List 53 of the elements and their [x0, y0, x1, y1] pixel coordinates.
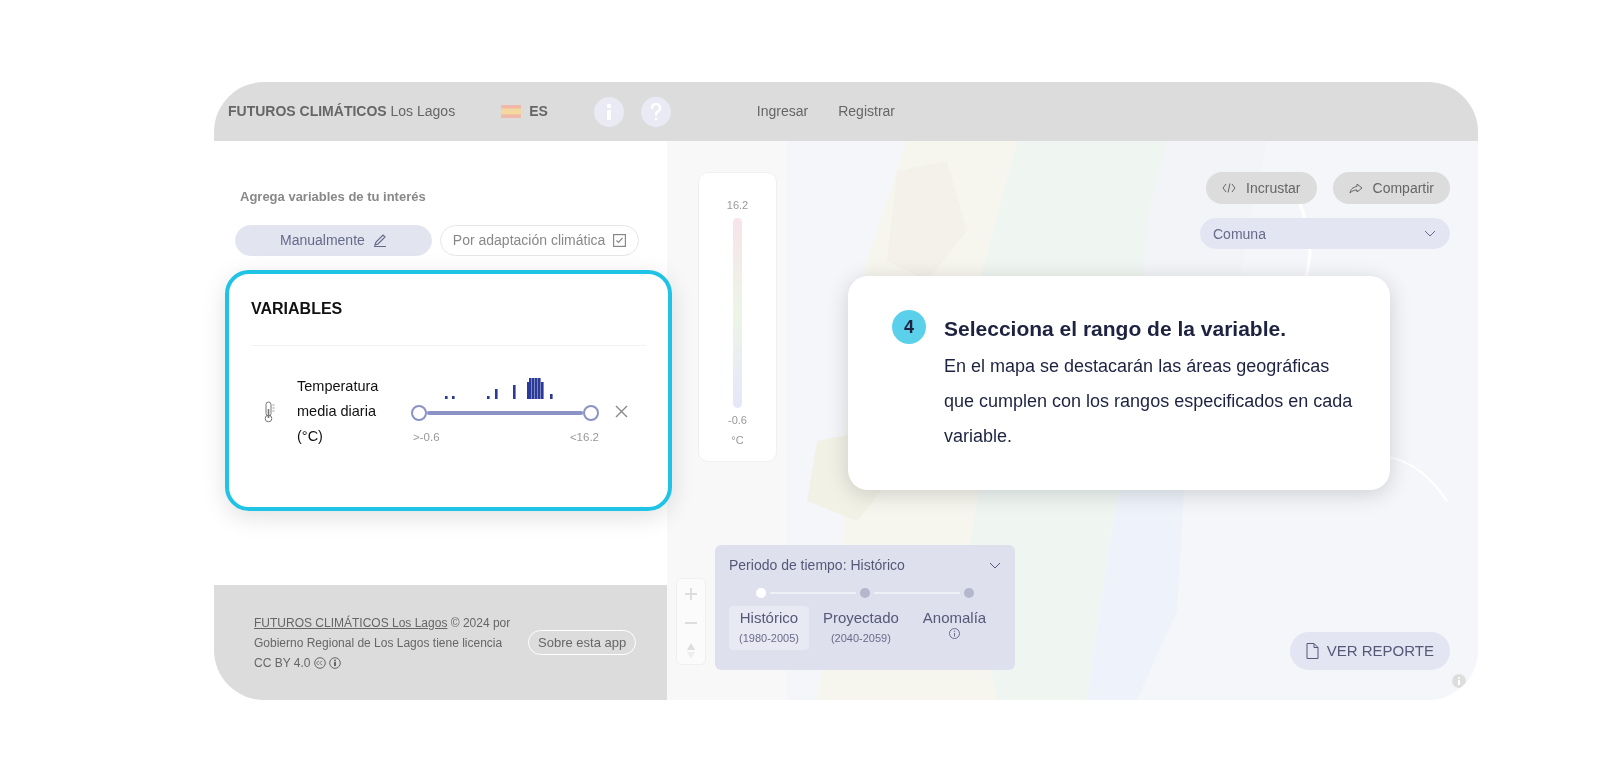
document-icon: [1305, 643, 1319, 659]
comuna-select[interactable]: Comuna: [1200, 218, 1450, 249]
attribution-button[interactable]: [1452, 674, 1466, 688]
plus-icon: [685, 588, 697, 601]
info-icon: [1452, 674, 1466, 688]
flag-icon: [501, 105, 522, 118]
chevron-down-icon: [989, 562, 1001, 569]
range-handle[interactable]: [583, 405, 599, 422]
chevron-down-icon: [1424, 230, 1436, 237]
app-title[interactable]: FUTUROS CLIMÁTICOS Los Lagos: [228, 101, 456, 122]
help-button[interactable]: [640, 96, 671, 127]
code-icon: [1222, 183, 1237, 193]
share-icon: [1348, 182, 1363, 194]
range-max-label: <16.2: [569, 430, 599, 446]
period-tab[interactable]: Anomalía: [912, 606, 997, 650]
person-icon: [329, 657, 342, 670]
nav-link[interactable]: Ingresar: [756, 101, 809, 122]
period-title: Periodo de tiempo: Histórico: [729, 556, 905, 575]
collapse-button[interactable]: [989, 562, 1001, 569]
action-button[interactable]: Compartir: [1332, 172, 1450, 204]
pencil-icon: [372, 233, 387, 247]
timeline-dot[interactable]: [756, 588, 766, 598]
legend-unit: °C: [731, 433, 744, 448]
popup-title: Selecciona el rango de la variable.: [944, 316, 1287, 342]
remove-button[interactable]: [615, 405, 628, 419]
footer-link[interactable]: FUTUROS CLIMÁTICOS Los Lagos: [254, 615, 448, 630]
popup-text: En el mapa se destacarán las áreas geográficas que cumplen con los rangos especificados en cada variable.: [944, 354, 1354, 448]
range-handle[interactable]: [411, 405, 427, 422]
info-icon: [949, 628, 960, 639]
cc-icon: [313, 657, 326, 670]
compass-icon: [686, 642, 696, 659]
period-tab[interactable]: Histórico (1980-2005): [729, 606, 809, 650]
mode-button[interactable]: Por adaptación climática: [439, 224, 640, 256]
section-label: Agrega variables de tu interés: [240, 188, 427, 206]
timeline-dot[interactable]: [964, 588, 974, 598]
period-tab[interactable]: Proyectado (2040-2059): [812, 606, 909, 650]
info-button[interactable]: [593, 96, 624, 127]
legend-min: -0.6: [728, 412, 747, 428]
timeline-dot[interactable]: [860, 588, 870, 598]
close-icon: [615, 405, 628, 419]
mode-button[interactable]: Manualmente: [235, 224, 432, 256]
variable-name: Temperatura media diaria (°C): [297, 377, 380, 447]
nav-link[interactable]: Registrar: [838, 101, 895, 122]
action-button[interactable]: Incrustar: [1206, 172, 1317, 204]
thermometer-icon: [263, 400, 275, 423]
language-selector[interactable]: ES: [529, 101, 548, 122]
range-min-label: >-0.6: [413, 430, 440, 446]
step-badge: 4: [892, 310, 926, 344]
card-title: VARIABLES: [251, 299, 344, 319]
checkbox-icon: [613, 233, 627, 247]
legend-max: 16.2: [726, 198, 749, 213]
footer-text: FUTUROS CLIMÁTICOS Los Lagos © 2024 por Gobierno Regional de Los Lagos tiene licencia CC BY 4.0: [254, 614, 512, 672]
report-button[interactable]: VER REPORTE: [1289, 632, 1450, 670]
